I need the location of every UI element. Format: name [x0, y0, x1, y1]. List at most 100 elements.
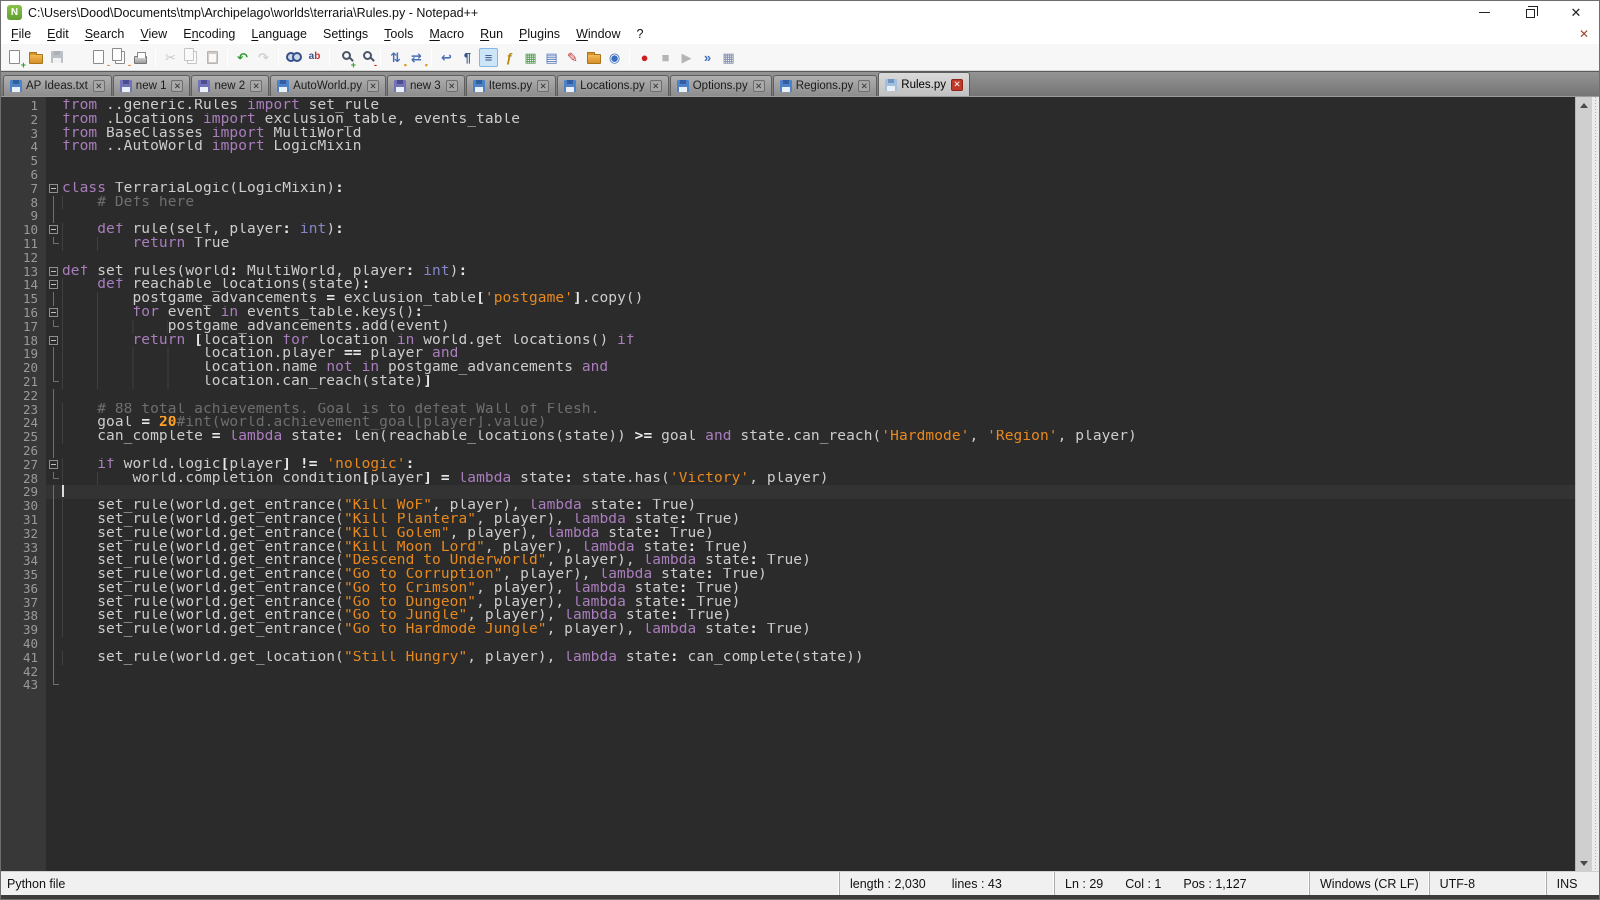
- code-text[interactable]: from ..AutoWorld import LogicMixin: [62, 140, 1575, 154]
- scroll-up-icon[interactable]: [1576, 97, 1592, 113]
- minimize-button[interactable]: [1461, 1, 1507, 24]
- code-line[interactable]: 35 set_rule(world.get_entrance("Go to Co…: [1, 568, 1575, 582]
- tab-close-icon[interactable]: ✕: [650, 80, 662, 92]
- find-button[interactable]: [284, 48, 303, 67]
- scroll-down-icon[interactable]: [1576, 855, 1592, 871]
- fold-margin[interactable]: [46, 458, 62, 472]
- tab-close-icon[interactable]: ✕: [93, 80, 105, 92]
- code-text[interactable]: class TerrariaLogic(LogicMixin):: [62, 182, 1575, 196]
- fold-collapse-icon[interactable]: [49, 184, 58, 193]
- code-line[interactable]: 28 world.completion_condition[player] = …: [1, 472, 1575, 486]
- document-map-button[interactable]: ▦: [521, 48, 540, 67]
- code-text[interactable]: set_rule(world.get_entrance("Go to Corru…: [62, 568, 1575, 582]
- code-text[interactable]: def rule(self, player: int):: [62, 223, 1575, 237]
- code-line[interactable]: 14 def reachable_locations(state):: [1, 278, 1575, 292]
- code-text[interactable]: from .Locations import exclusion_table, …: [62, 113, 1575, 127]
- code-line[interactable]: 41 set_rule(world.get_location("Still Hu…: [1, 651, 1575, 665]
- menu-item-language[interactable]: Language: [243, 25, 315, 43]
- menu-item-macro[interactable]: Macro: [421, 25, 472, 43]
- fold-collapse-icon[interactable]: [49, 308, 58, 317]
- code-line[interactable]: 30 set_rule(world.get_entrance("Kill WoF…: [1, 499, 1575, 513]
- fold-margin[interactable]: [46, 182, 62, 196]
- fold-margin[interactable]: [46, 306, 62, 320]
- sync-vertical-scroll-button[interactable]: ⇅▪: [386, 48, 405, 67]
- code-text[interactable]: set_rule(world.get_entrance("Descend to …: [62, 554, 1575, 568]
- tab-new-1[interactable]: new 1✕: [113, 75, 191, 96]
- code-text[interactable]: if world.logic[player] != 'nologic':: [62, 458, 1575, 472]
- code-line[interactable]: 5: [1, 154, 1575, 168]
- code-text[interactable]: for event in events_table.keys():: [62, 306, 1575, 320]
- code-line[interactable]: 25 can_complete = lambda state: len(reac…: [1, 430, 1575, 444]
- menu-item-help[interactable]: ?: [629, 25, 652, 43]
- code-text[interactable]: [62, 485, 1575, 499]
- code-line[interactable]: 18 return [location for location in worl…: [1, 334, 1575, 348]
- menubar-close-document-icon[interactable]: ✕: [1569, 27, 1599, 41]
- code-text[interactable]: set_rule(world.get_entrance("Go to Crims…: [62, 582, 1575, 596]
- close-all-files-button[interactable]: -: [110, 48, 129, 67]
- code-text[interactable]: return True: [62, 237, 1575, 251]
- paste-button[interactable]: [203, 48, 222, 67]
- code-line[interactable]: 39 set_rule(world.get_entrance("Go to Ha…: [1, 623, 1575, 637]
- tab-close-icon[interactable]: ✕: [858, 80, 870, 92]
- fold-margin[interactable]: [46, 278, 62, 292]
- tab-close-icon[interactable]: ✕: [250, 80, 262, 92]
- menu-item-encoding[interactable]: Encoding: [175, 25, 243, 43]
- menu-item-run[interactable]: Run: [472, 25, 511, 43]
- code-text[interactable]: set_rule(world.get_entrance("Kill Moon L…: [62, 541, 1575, 555]
- code-text[interactable]: postgame_advancements.add(event): [62, 320, 1575, 334]
- tab-close-icon[interactable]: ✕: [446, 80, 458, 92]
- indent-guide-button[interactable]: ≡: [479, 48, 498, 67]
- menu-item-plugins[interactable]: Plugins: [511, 25, 568, 43]
- zoom-out-button[interactable]: -: [356, 48, 375, 67]
- redo-button[interactable]: ↷: [254, 48, 273, 67]
- tab-rules-py[interactable]: Rules.py✕: [878, 72, 970, 96]
- code-line[interactable]: 9: [1, 209, 1575, 223]
- macro-stop-button[interactable]: ■: [656, 48, 675, 67]
- tab-items-py[interactable]: Items.py✕: [466, 75, 556, 96]
- show-all-characters-button[interactable]: ¶: [458, 48, 477, 67]
- code-line[interactable]: 3from BaseClasses import MultiWorld: [1, 127, 1575, 141]
- zoom-in-button[interactable]: +: [335, 48, 354, 67]
- code-line[interactable]: 31 set_rule(world.get_entrance("Kill Pla…: [1, 513, 1575, 527]
- code-text[interactable]: [62, 637, 1575, 651]
- tab-options-py[interactable]: Options.py✕: [670, 75, 772, 96]
- fold-collapse-icon[interactable]: [49, 280, 58, 289]
- preview-button[interactable]: ◉: [605, 48, 624, 67]
- function-list-button[interactable]: ƒ: [500, 48, 519, 67]
- code-text[interactable]: postgame_advancements = exclusion_table[…: [62, 292, 1575, 306]
- code-line[interactable]: 7class TerrariaLogic(LogicMixin):: [1, 182, 1575, 196]
- fold-collapse-icon[interactable]: [49, 460, 58, 469]
- document-list-button[interactable]: ▤: [542, 48, 561, 67]
- code-line[interactable]: 2from .Locations import exclusion_table,…: [1, 113, 1575, 127]
- code-text[interactable]: def reachable_locations(state):: [62, 278, 1575, 292]
- code-text[interactable]: location.player == player and: [62, 347, 1575, 361]
- code-line[interactable]: 1from ..generic.Rules import set_rule: [1, 99, 1575, 113]
- tab-close-icon[interactable]: ✕: [367, 80, 379, 92]
- fold-collapse-icon[interactable]: [49, 267, 58, 276]
- fold-collapse-icon[interactable]: [49, 336, 58, 345]
- restore-button[interactable]: [1507, 1, 1553, 24]
- code-text[interactable]: [62, 665, 1575, 679]
- code-line[interactable]: 26: [1, 444, 1575, 458]
- code-line[interactable]: 23 # 88 total achievements. Goal is to d…: [1, 403, 1575, 417]
- code-text[interactable]: set_rule(world.get_entrance("Go to Jungl…: [62, 609, 1575, 623]
- menu-item-file[interactable]: File: [3, 25, 39, 43]
- save-all-button[interactable]: [68, 48, 87, 67]
- code-text[interactable]: [62, 251, 1575, 265]
- undo-button[interactable]: ↶: [233, 48, 252, 67]
- tab-close-icon[interactable]: ✕: [951, 79, 963, 91]
- sync-horizontal-scroll-button[interactable]: ⇄▪: [407, 48, 426, 67]
- code-text[interactable]: [62, 209, 1575, 223]
- code-line[interactable]: 24 goal = 20#int(world.achievement_goal[…: [1, 416, 1575, 430]
- code-text[interactable]: location.name not in postgame_advancemen…: [62, 361, 1575, 375]
- code-text[interactable]: from ..generic.Rules import set_rule: [62, 99, 1575, 113]
- code-text[interactable]: set_rule(world.get_entrance("Go to Hardm…: [62, 623, 1575, 637]
- code-text[interactable]: location.can_reach(state)]: [62, 375, 1575, 389]
- code-line[interactable]: 40: [1, 637, 1575, 651]
- menu-item-search[interactable]: Search: [77, 25, 133, 43]
- code-line[interactable]: 13def set_rules(world: MultiWorld, playe…: [1, 265, 1575, 279]
- code-text[interactable]: def set_rules(world: MultiWorld, player:…: [62, 265, 1575, 279]
- code-text[interactable]: from BaseClasses import MultiWorld: [62, 127, 1575, 141]
- code-line[interactable]: 29: [1, 485, 1575, 499]
- code-text[interactable]: [62, 389, 1575, 403]
